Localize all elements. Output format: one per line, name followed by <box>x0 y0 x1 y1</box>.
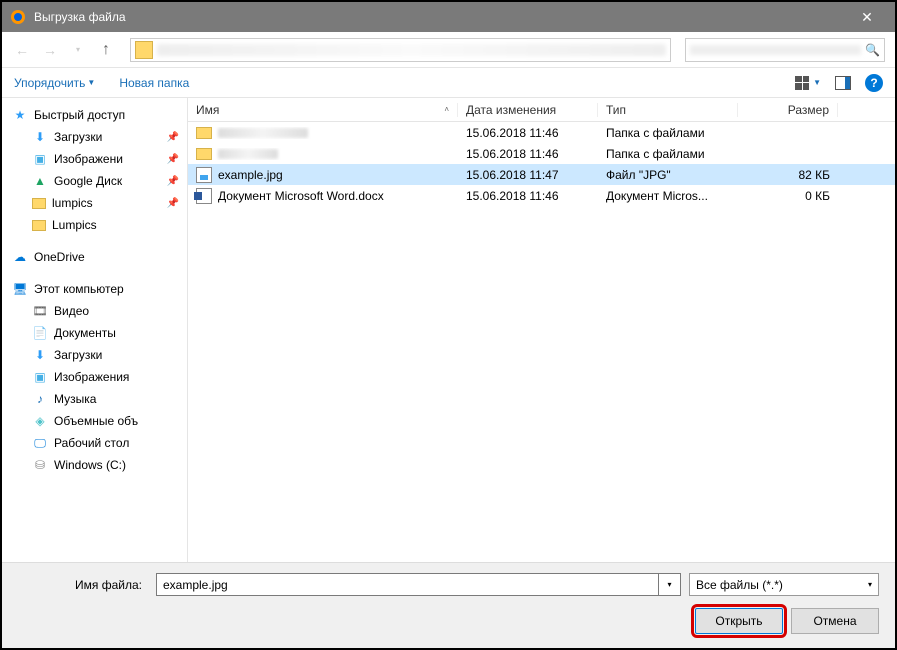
file-date: 15.06.2018 11:46 <box>458 126 598 140</box>
file-area: Имя˄ Дата изменения Тип Размер 15.06.201… <box>188 98 895 562</box>
nav-recent-dropdown[interactable]: ▾ <box>68 45 88 54</box>
sidebar: ★Быстрый доступ ⬇Загрузки📌 ▣Изображени📌 … <box>2 98 188 562</box>
sidebar-item-downloads[interactable]: ⬇Загрузки📌 <box>2 126 187 148</box>
folder-icon <box>32 198 46 209</box>
filename-dropdown[interactable]: ▾ <box>659 573 681 596</box>
address-path <box>157 44 666 56</box>
pin-icon: 📌 <box>167 154 179 165</box>
onedrive-icon: ☁ <box>12 249 28 265</box>
file-type: Файл "JPG" <box>598 168 738 182</box>
sidebar-this-pc[interactable]: 🖥Этот компьютер <box>2 278 187 300</box>
firefox-icon <box>10 9 26 25</box>
desktop-icon: 🖵 <box>32 435 48 451</box>
filename-label: Имя файла: <box>18 578 148 592</box>
pin-icon: 📌 <box>167 176 179 187</box>
folder-icon <box>135 41 153 59</box>
file-name <box>218 128 308 138</box>
video-icon: 🎞 <box>32 303 48 319</box>
sidebar-quick-access[interactable]: ★Быстрый доступ <box>2 104 187 126</box>
sidebar-item-cdrive[interactable]: ⛁Windows (C:) <box>2 454 187 476</box>
file-name: example.jpg <box>218 168 283 182</box>
file-name: Документ Microsoft Word.docx <box>218 189 384 203</box>
pictures-icon: ▣ <box>32 369 48 385</box>
star-icon: ★ <box>12 107 28 123</box>
new-folder-button[interactable]: Новая папка <box>119 76 189 90</box>
help-button[interactable]: ? <box>865 74 883 92</box>
address-bar[interactable] <box>130 38 671 62</box>
column-size[interactable]: Размер <box>738 103 838 117</box>
sidebar-item-documents[interactable]: 📄Документы <box>2 322 187 344</box>
file-type: Документ Micros... <box>598 189 738 203</box>
image-icon <box>196 167 212 183</box>
music-icon: ♪ <box>32 391 48 407</box>
sidebar-item-downloads2[interactable]: ⬇Загрузки <box>2 344 187 366</box>
navbar: ← → ▾ ↑ 🔍 <box>2 32 895 68</box>
folder-icon <box>32 220 46 231</box>
sidebar-item-3dobjects[interactable]: ◈Объемные объ <box>2 410 187 432</box>
file-row[interactable]: Документ Microsoft Word.docx 15.06.2018 … <box>188 185 895 206</box>
chevron-down-icon: ▼ <box>87 78 95 87</box>
column-date[interactable]: Дата изменения <box>458 103 598 117</box>
search-placeholder <box>690 45 861 55</box>
word-icon <box>196 188 212 204</box>
organize-button[interactable]: Упорядочить ▼ <box>14 76 95 90</box>
toolbar: Упорядочить ▼ Новая папка ▼ ? <box>2 68 895 98</box>
pin-icon: 📌 <box>167 198 179 209</box>
pc-icon: 🖥 <box>12 281 28 297</box>
file-type: Папка с файлами <box>598 126 738 140</box>
file-date: 15.06.2018 11:46 <box>458 189 598 203</box>
search-box[interactable]: 🔍 <box>685 38 885 62</box>
pin-icon: 📌 <box>167 132 179 143</box>
grid-icon <box>795 76 809 90</box>
window-title: Выгрузка файла <box>34 10 126 24</box>
filename-input[interactable] <box>156 573 659 596</box>
file-size: 82 КБ <box>738 168 838 182</box>
file-type: Папка с файлами <box>598 147 738 161</box>
file-date: 15.06.2018 11:47 <box>458 168 598 182</box>
sort-arrow-icon: ˄ <box>444 105 449 114</box>
cancel-button[interactable]: Отмена <box>791 608 879 634</box>
file-row[interactable]: 15.06.2018 11:46 Папка с файлами <box>188 122 895 143</box>
close-button[interactable]: ✕ <box>847 9 887 26</box>
sidebar-item-pictures2[interactable]: ▣Изображения <box>2 366 187 388</box>
folder-icon <box>196 127 212 139</box>
file-type-filter[interactable]: Все файлы (*.*)▾ <box>689 573 879 596</box>
sidebar-item-desktop[interactable]: 🖵Рабочий стол <box>2 432 187 454</box>
column-headers: Имя˄ Дата изменения Тип Размер <box>188 98 895 122</box>
column-type[interactable]: Тип <box>598 103 738 117</box>
download-icon: ⬇ <box>32 129 48 145</box>
nav-up-button[interactable]: ↑ <box>96 41 116 59</box>
file-row-selected[interactable]: example.jpg 15.06.2018 11:47 Файл "JPG" … <box>188 164 895 185</box>
nav-back-button[interactable]: ← <box>12 42 32 58</box>
file-name <box>218 149 278 159</box>
sidebar-item-gdrive[interactable]: ▲Google Диск📌 <box>2 170 187 192</box>
column-name[interactable]: Имя˄ <box>188 103 458 117</box>
documents-icon: 📄 <box>32 325 48 341</box>
bottom-bar: Имя файла: ▾ Все файлы (*.*)▾ Открыть От… <box>2 562 895 648</box>
open-button[interactable]: Открыть <box>695 608 783 634</box>
nav-forward-button[interactable]: → <box>40 42 60 58</box>
sidebar-item-music[interactable]: ♪Музыка <box>2 388 187 410</box>
download-icon: ⬇ <box>32 347 48 363</box>
file-list: 15.06.2018 11:46 Папка с файлами 15.06.2… <box>188 122 895 562</box>
titlebar: Выгрузка файла ✕ <box>2 2 895 32</box>
file-row[interactable]: 15.06.2018 11:46 Папка с файлами <box>188 143 895 164</box>
chevron-down-icon: ▼ <box>813 78 821 87</box>
gdrive-icon: ▲ <box>32 173 48 189</box>
sidebar-onedrive[interactable]: ☁OneDrive <box>2 246 187 268</box>
sidebar-item-video[interactable]: 🎞Видео <box>2 300 187 322</box>
view-mode-button[interactable]: ▼ <box>795 76 821 90</box>
sidebar-item-pictures[interactable]: ▣Изображени📌 <box>2 148 187 170</box>
file-size: 0 КБ <box>738 189 838 203</box>
sidebar-item-lumpics[interactable]: lumpics📌 <box>2 192 187 214</box>
chevron-down-icon: ▾ <box>868 580 872 589</box>
search-icon: 🔍 <box>865 43 880 57</box>
sidebar-item-lumpics2[interactable]: Lumpics <box>2 214 187 236</box>
preview-pane-button[interactable] <box>835 76 851 90</box>
folder-icon <box>196 148 212 160</box>
cube-icon: ◈ <box>32 413 48 429</box>
file-date: 15.06.2018 11:46 <box>458 147 598 161</box>
pictures-icon: ▣ <box>32 151 48 167</box>
disk-icon: ⛁ <box>32 457 48 473</box>
